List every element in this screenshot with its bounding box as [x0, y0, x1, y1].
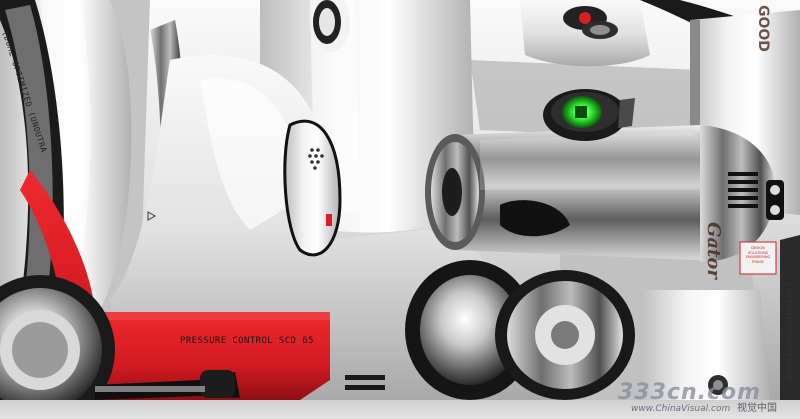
- copyright-text: © WWW.DANIELSIMON.NET: [785, 281, 794, 392]
- watermark-logo-text: 333cn.com: [618, 380, 762, 405]
- render-scene: (DOME OPTIMIZED (UNOUTRA PRESSURE CONTRO…: [0, 0, 800, 400]
- brand-lettering: Gator: [703, 222, 724, 279]
- pressure-control-label: PRESSURE CONTROL SCD 65: [180, 336, 314, 346]
- watermark-site-url: www.ChinaVisual.com: [631, 404, 731, 414]
- top-brand-lettering: GOOD: [755, 5, 771, 52]
- sticker-label: DESIGN SOLUTIONS ENGINEERING PHASE: [743, 246, 773, 264]
- watermark-brand-name: 视觉中国: [737, 403, 777, 414]
- vehicle-render: [0, 0, 800, 400]
- sticker-line: PHASE: [752, 259, 764, 264]
